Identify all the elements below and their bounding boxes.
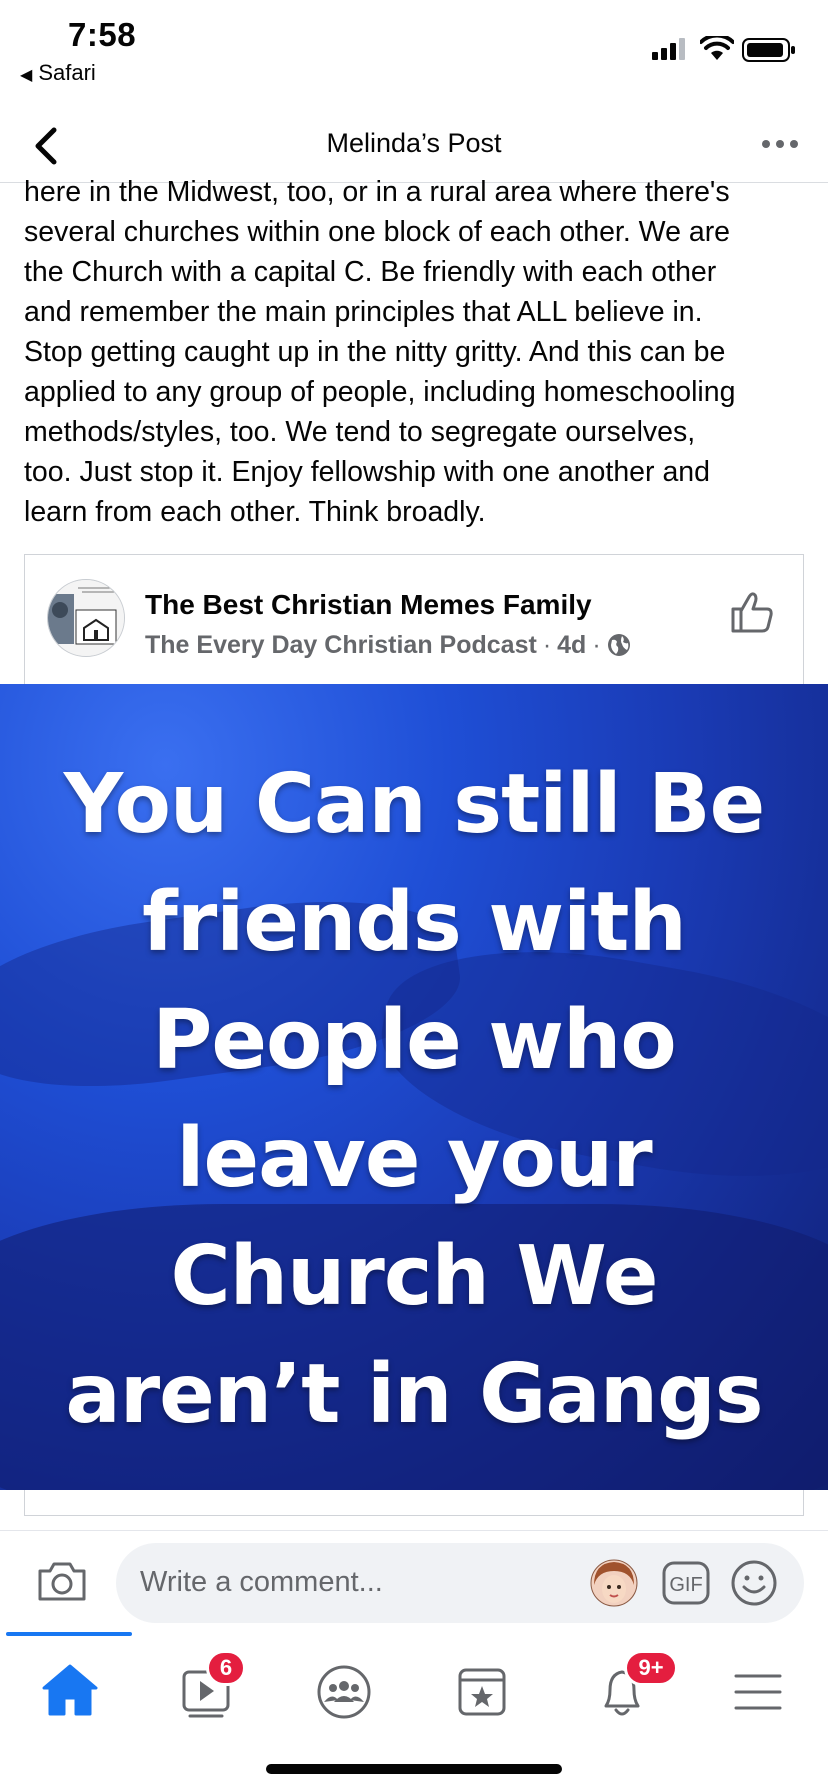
- meme-image[interactable]: You Can still Be friends with People who…: [0, 684, 828, 1490]
- podcast-logo-avatar[interactable]: [47, 579, 125, 657]
- emoji-icon[interactable]: [730, 1559, 778, 1607]
- comment-placeholder: Write a comment...: [140, 1566, 383, 1598]
- back-to-app-link[interactable]: ◀ Safari: [20, 60, 96, 86]
- podcast-logo-icon: [48, 580, 124, 656]
- post-text-line: the Church with a capital C. Be friendly…: [24, 256, 717, 288]
- notifications-badge: 9+: [624, 1650, 678, 1686]
- battery-icon: [742, 38, 795, 62]
- active-tab-indicator: [6, 1632, 132, 1636]
- post-text-line: and remember the main principles that AL…: [24, 296, 703, 328]
- meme-line: You Can still Be: [63, 757, 766, 852]
- more-options-icon[interactable]: [756, 124, 804, 164]
- tab-watch[interactable]: 6: [166, 1650, 246, 1724]
- avatar-sticker-icon[interactable]: [590, 1559, 638, 1607]
- cellular-signal-icon: [652, 38, 685, 60]
- meme-line: People who: [152, 993, 676, 1088]
- meme-line: aren’t in Gangs: [65, 1347, 763, 1442]
- back-triangle-icon: ◀: [20, 67, 33, 84]
- home-indicator-bar[interactable]: [266, 1764, 562, 1774]
- gif-icon[interactable]: GIF: [662, 1561, 710, 1605]
- tab-menu[interactable]: [718, 1654, 798, 1724]
- post-text-line: methods/styles, too. We tend to segregat…: [24, 416, 696, 448]
- post-text-line: learn from each other. Think broadly.: [24, 496, 486, 528]
- post-age[interactable]: 4d: [557, 631, 586, 659]
- page-title: Melinda’s Post: [326, 128, 502, 158]
- tab-notifications[interactable]: 9+: [582, 1650, 678, 1724]
- status-time: 7:58: [68, 16, 137, 53]
- post-text-line: too. Just stop it. Enjoy fellowship with…: [24, 456, 710, 488]
- comment-input[interactable]: Write a comment... GIF: [116, 1543, 804, 1623]
- post-body-text: here in the Midwest, too, or in a rural …: [24, 172, 814, 532]
- globe-icon: [607, 634, 630, 656]
- meme-line: leave your: [176, 1111, 652, 1206]
- video-badge: 6: [206, 1650, 246, 1686]
- group-name[interactable]: The Best Christian Memes Family: [145, 589, 592, 621]
- tab-home[interactable]: [30, 1654, 110, 1724]
- pages-star-icon: [458, 1668, 506, 1716]
- camera-icon[interactable]: [36, 1559, 88, 1603]
- home-icon: [42, 1664, 98, 1716]
- hamburger-menu-icon: [734, 1674, 782, 1710]
- tab-groups[interactable]: [304, 1654, 384, 1724]
- post-text-line: applied to any group of people, includin…: [24, 376, 736, 408]
- wifi-icon: [700, 36, 734, 60]
- post-meta: The Every Day Christian Podcast · 4d ·: [145, 631, 631, 660]
- tab-pages[interactable]: [442, 1654, 522, 1724]
- meme-caption: You Can still Be friends with People who…: [0, 746, 828, 1454]
- comment-bar: Write a comment... GIF: [0, 1530, 828, 1623]
- post-text-line: Stop getting caught up in the nitty grit…: [24, 336, 726, 368]
- post-text-line: here in the Midwest, too, or in a rural …: [24, 176, 730, 208]
- author-name[interactable]: The Every Day Christian Podcast: [145, 631, 537, 659]
- post-text-line: several churches within one block of eac…: [24, 216, 731, 248]
- back-app-label: Safari: [38, 60, 96, 85]
- meta-separator: ·: [592, 631, 601, 659]
- gif-label: GIF: [669, 1574, 702, 1596]
- meme-line: friends with: [142, 875, 687, 970]
- groups-icon: [317, 1665, 371, 1719]
- thumbs-up-icon[interactable]: [729, 589, 777, 637]
- meta-separator: ·: [542, 631, 552, 659]
- meme-line: Church We: [170, 1229, 658, 1324]
